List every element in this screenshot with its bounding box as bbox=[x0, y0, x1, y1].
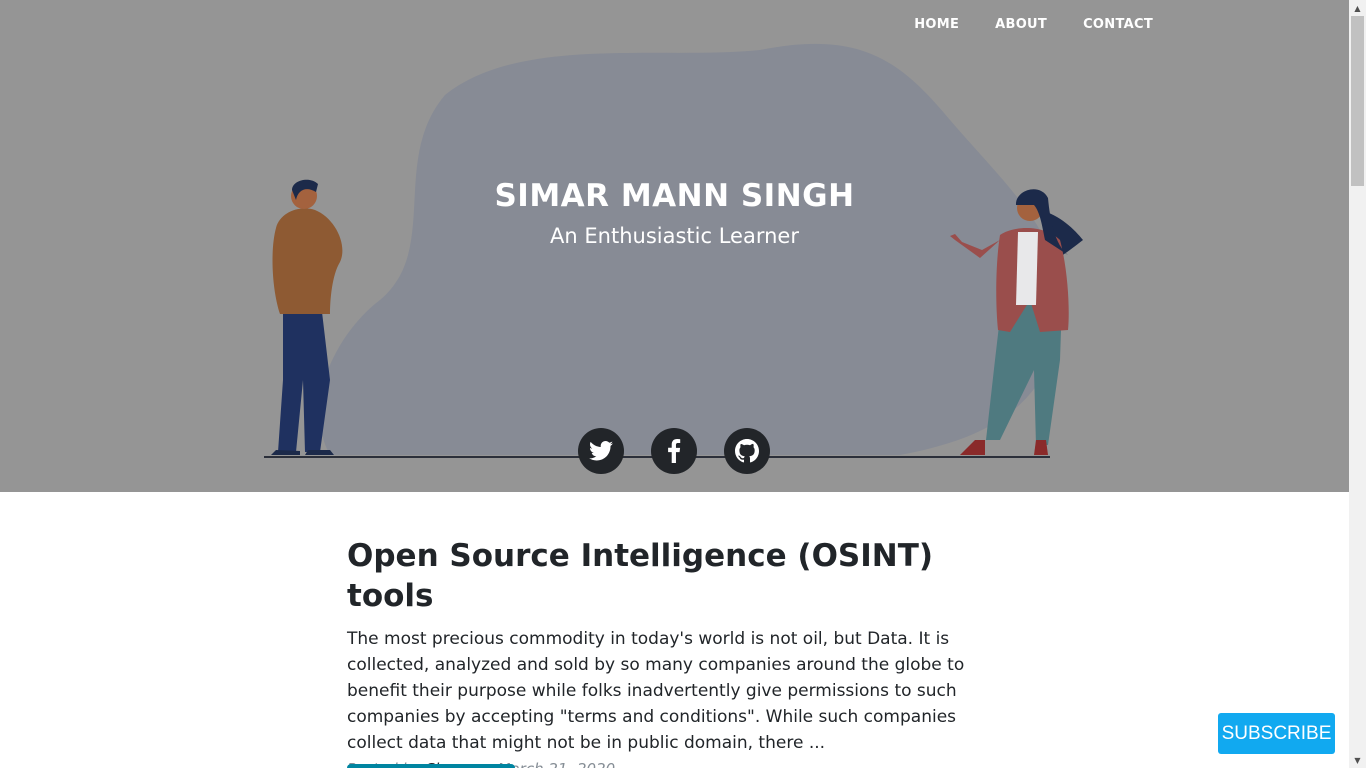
site-subtitle: An Enthusiastic Learner bbox=[550, 224, 799, 248]
nav-about-link[interactable]: ABOUT bbox=[977, 17, 1065, 33]
subscribe-button[interactable]: SUBSCRIBE bbox=[1218, 713, 1335, 754]
scroll-up-arrow-icon[interactable]: ▲ bbox=[1349, 0, 1366, 16]
facebook-icon bbox=[668, 439, 681, 463]
post-title-link[interactable]: Open Source Intelligence (OSINT) tools bbox=[347, 536, 992, 616]
twitter-icon bbox=[589, 441, 613, 461]
facebook-link[interactable] bbox=[651, 428, 697, 474]
page: HOME ABOUT CONTACT SIMAR MANN SINGH An E… bbox=[0, 0, 1349, 768]
hero-header: HOME ABOUT CONTACT SIMAR MANN SINGH An E… bbox=[0, 0, 1349, 492]
post-excerpt: The most precious commodity in today's w… bbox=[347, 629, 965, 753]
social-links bbox=[578, 428, 770, 474]
github-icon bbox=[735, 439, 759, 463]
scrollbar-thumb[interactable] bbox=[1351, 16, 1364, 186]
nav-contact-link[interactable]: CONTACT bbox=[1065, 17, 1153, 33]
read-more-button[interactable] bbox=[347, 764, 515, 768]
site-title: SIMAR MANN SINGH bbox=[494, 178, 855, 214]
main-nav: HOME ABOUT CONTACT bbox=[896, 17, 1153, 33]
background-blob bbox=[319, 43, 1062, 455]
scroll-down-arrow-icon[interactable]: ▼ bbox=[1349, 752, 1366, 768]
github-link[interactable] bbox=[724, 428, 770, 474]
post-preview: Open Source Intelligence (OSINT) tools T… bbox=[347, 536, 992, 768]
nav-home-link[interactable]: HOME bbox=[896, 17, 977, 33]
twitter-link[interactable] bbox=[578, 428, 624, 474]
post-date: March 21, 2020 bbox=[498, 760, 616, 768]
